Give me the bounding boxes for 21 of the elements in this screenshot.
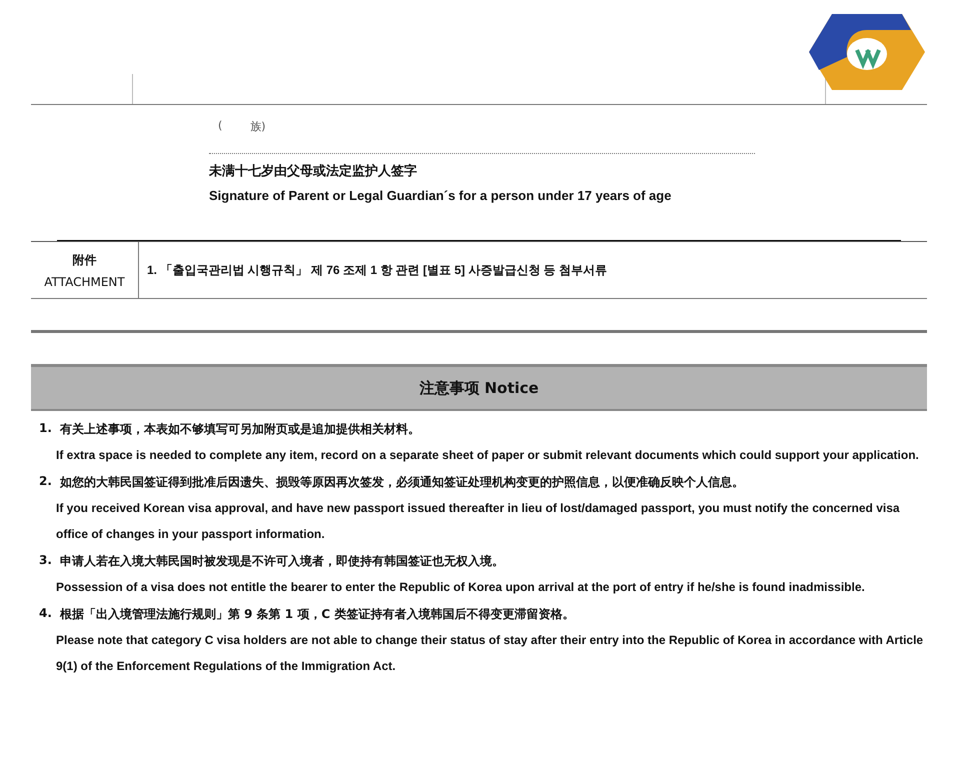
- item-number: 3.: [39, 553, 52, 569]
- hexagon-logo-icon: [807, 12, 927, 92]
- item-number: 4.: [39, 606, 52, 622]
- fragment-text: 族): [250, 119, 266, 135]
- notice-text-en: If you received Korean visa approval, and have new passport issued thereafter in lieu of lost/damaged passport, you must notify the concerned visa office of changes in your passport information.: [55, 500, 901, 543]
- attachment-label-en: ATTACHMENT: [44, 274, 125, 288]
- notice-text-en: Possession of a visa does not entitle the bearer to enter the Republic of Korea upon arrival at the port of entry if he/she is found inadmissible.: [55, 579, 866, 596]
- notice-text-en: If extra space is needed to complete any item, record on a separate sheet of paper or submit relevant documents which could support your application.: [55, 447, 920, 464]
- signature-label-zh: 未满十七岁由父母或法定监护人签字: [209, 162, 418, 180]
- notice-text-zh: 申请人若在入境大韩民国时被发现是不许可入境者，即使持有韩国签证也无权入境。: [60, 553, 504, 570]
- notice-text-zh: 如您的大韩民国签证得到批准后因遗失、损毁等原因再次签发，必须通知签证处理机构变更的护照信息，以便准确反映个人信息。: [60, 474, 744, 491]
- signature-label-en: Signature of Parent or Legal Guardian´s for a person under 17 years of age: [209, 188, 672, 203]
- attachment-text: 1. 「출입국관리법 시행규칙」 제 76 조제 1 항 관련 [별표 5] 사증발급신청 등 첨부서류: [146, 262, 608, 278]
- notice-text-zh: 根据「出入境管理法施行规则」第 9 条第 1 项，C 类签证持有者入境韩国后不得变更滞留资格。: [60, 606, 574, 623]
- notice-header: 注意事项 Notice: [31, 364, 927, 411]
- item-number: 2.: [39, 474, 52, 490]
- notice-text-zh: 有关上述事项，本表如不够填写可另加附页或是追加提供相关材料。: [60, 421, 420, 438]
- notice-text-en: Please note that category C visa holders are not able to change their status of stay after their entry into the Republic of Korea in accordance with Article 9(1) of the Enforcement Regulations of the Immigration Act.: [55, 632, 924, 675]
- bracket-text: (: [218, 119, 222, 134]
- attachment-label-zh: 附件: [72, 252, 96, 268]
- item-number: 1.: [39, 421, 52, 437]
